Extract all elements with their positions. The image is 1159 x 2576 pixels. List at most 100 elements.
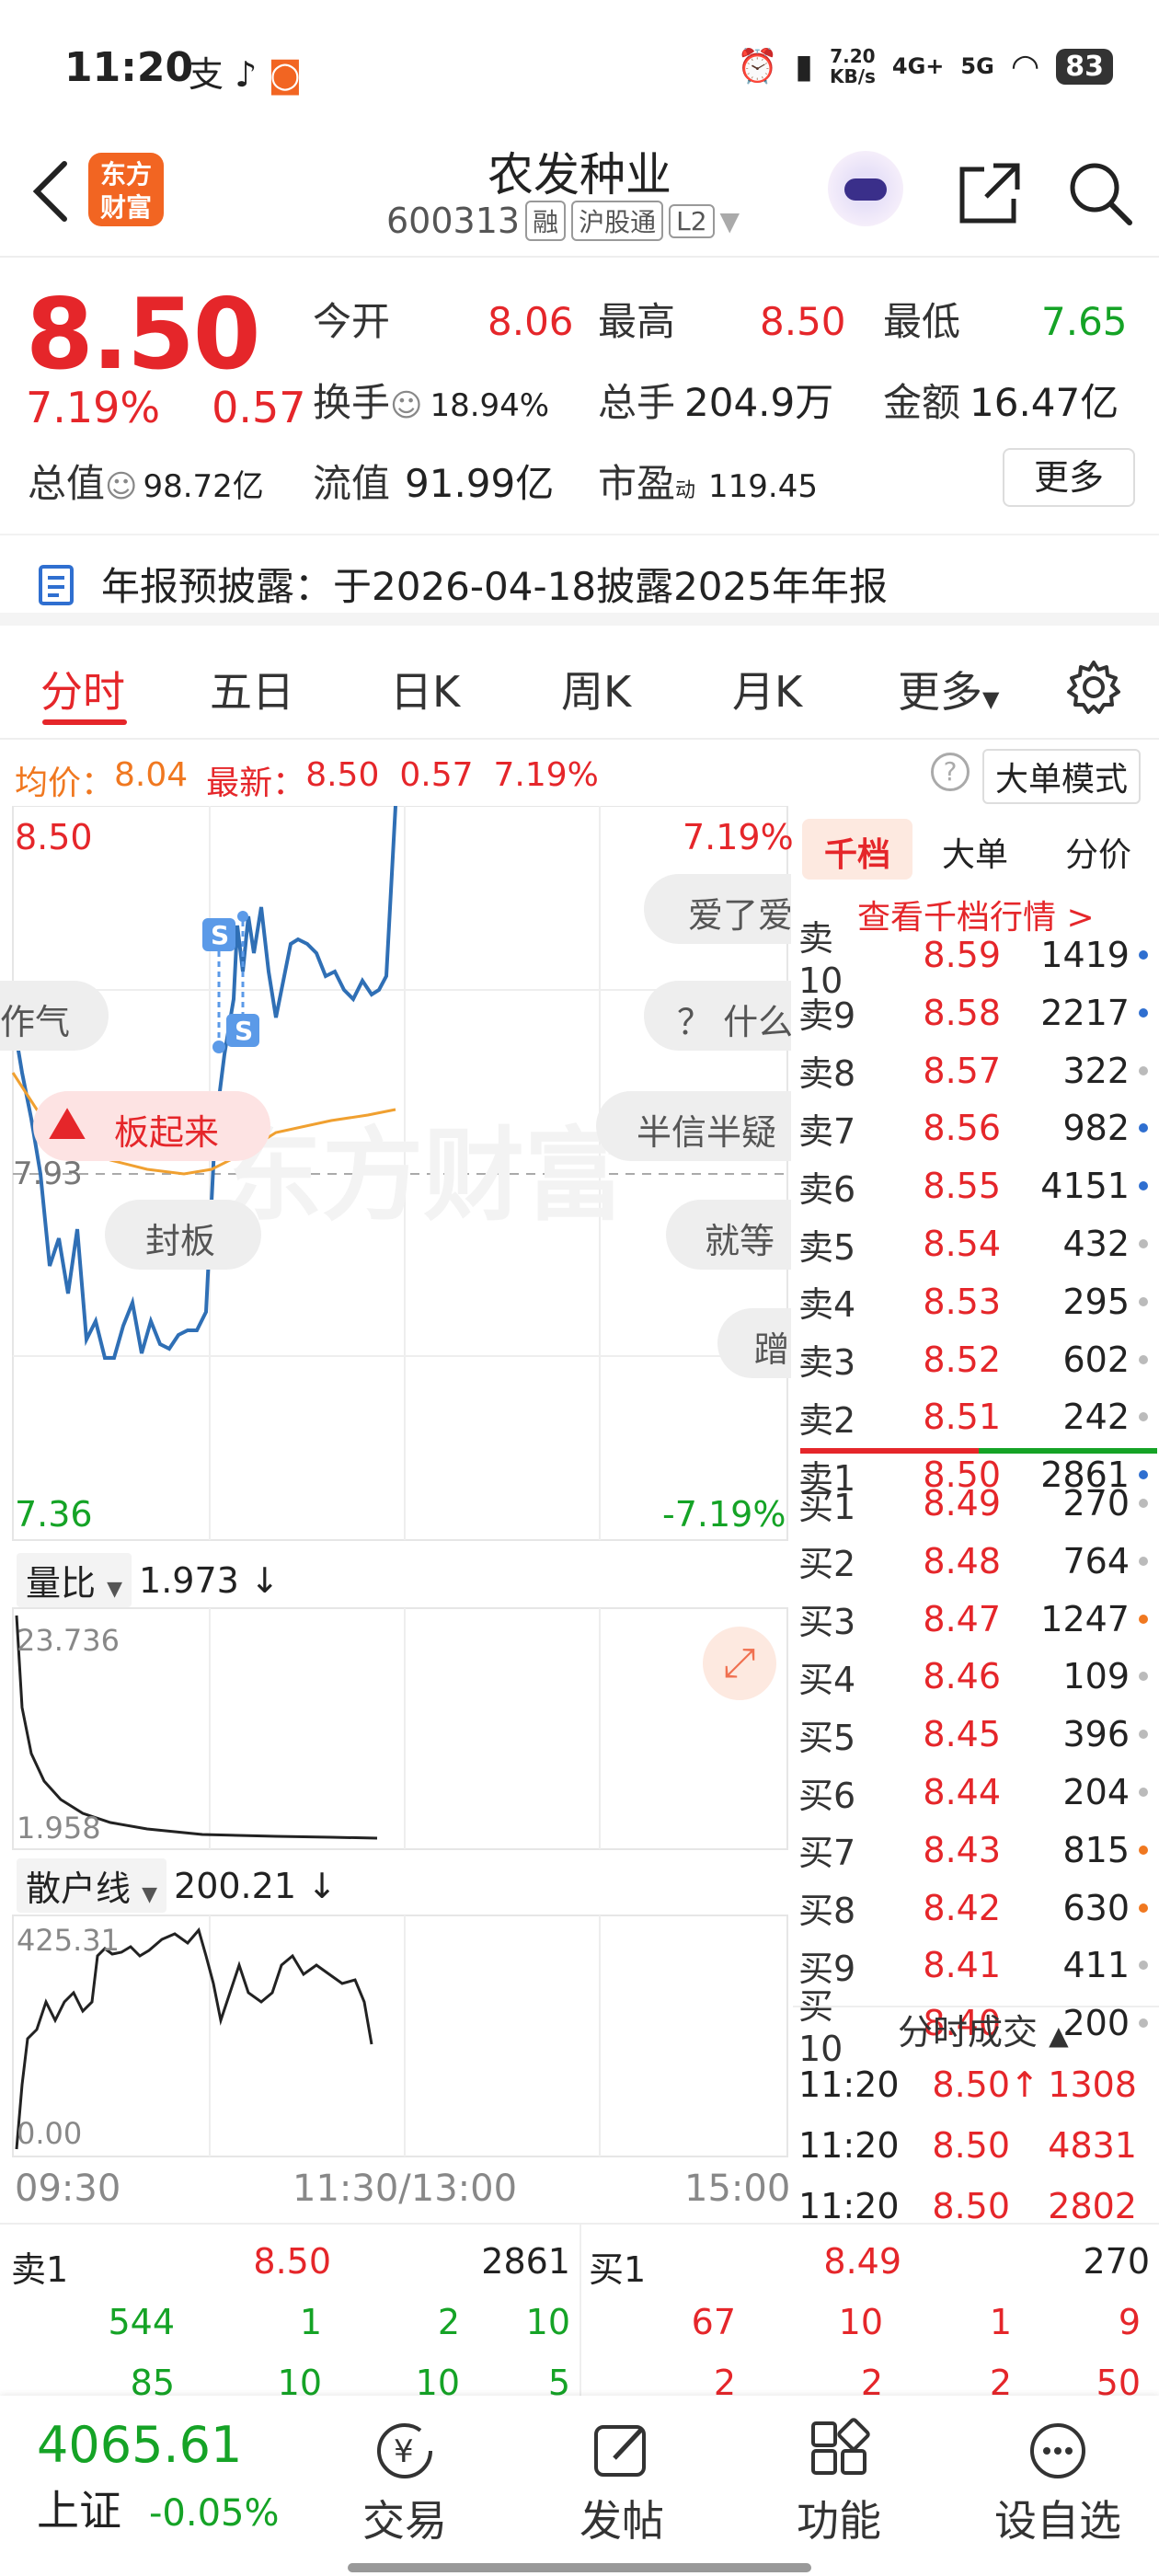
tab-price-distribution[interactable]: 分价: [1065, 828, 1131, 876]
comment-bubble[interactable]: ？ 什么: [644, 981, 791, 1051]
sell-level-row[interactable]: 卖8 8.57 322: [798, 1045, 1152, 1097]
level-volume: 1419: [1040, 935, 1130, 975]
annual-report-notice[interactable]: 年报预披露：于2026-04-18披露2025年年报: [0, 534, 1159, 626]
status-app-icons: 支 ♪ ◙: [189, 46, 302, 97]
level-volume: 630: [1062, 1887, 1130, 1928]
buy-level-row[interactable]: 买5 8.45 396: [798, 1708, 1152, 1760]
tab-five-day[interactable]: 五日: [210, 659, 294, 719]
order-dot-icon: [1139, 1239, 1148, 1248]
sell-level-row[interactable]: 卖10 8.59 1419: [798, 918, 1152, 1001]
tab-big-orders[interactable]: 大单: [942, 828, 1008, 876]
buy-level-row[interactable]: 买4 8.46 109: [798, 1650, 1152, 1702]
comment-bubble[interactable]: 封板: [105, 1200, 261, 1270]
nav-functions[interactable]: 功能: [765, 2414, 912, 2548]
level-volume: 602: [1062, 1339, 1130, 1380]
comment-bubble[interactable]: 作气: [0, 981, 109, 1051]
stock-code: 600313: [386, 201, 521, 241]
comment-bubble[interactable]: 爱了爱: [644, 874, 791, 944]
level1-summary: 卖1 8.50 2861 买1 8.49 270 544 1 2 10 85 10 10 5 6…: [0, 2223, 1159, 2403]
level-label: 卖2: [798, 1399, 856, 1441]
sell-marker-s[interactable]: S: [226, 1014, 259, 1047]
buy-level-row[interactable]: 买3 8.47 1247: [798, 1593, 1152, 1645]
sell-level-row[interactable]: 卖4 8.53 295: [798, 1276, 1152, 1328]
comment-bubble[interactable]: 就等: [666, 1200, 791, 1270]
volume-cell: 总手 204.9万: [598, 380, 834, 425]
nav-trade[interactable]: ¥ 交易: [331, 2414, 478, 2548]
avg-price: 8.04: [114, 756, 189, 794]
level-volume: 764: [1062, 1540, 1130, 1581]
comment-bubble[interactable]: 蹭: [717, 1308, 791, 1378]
nav-add-watchlist[interactable]: 设自选: [984, 2414, 1131, 2548]
tiktok-icon: ♪: [235, 54, 258, 95]
comment-bubble[interactable]: 半信半疑: [596, 1091, 791, 1161]
index-ticker[interactable]: 4065.61 上证 -0.05%: [37, 2416, 280, 2538]
tab-thousand-level[interactable]: 千档: [824, 828, 890, 876]
level-volume: 322: [1062, 1050, 1130, 1091]
buy-level-row[interactable]: 买2 8.48 764: [798, 1535, 1152, 1587]
sell-buy-divider-red: [800, 1448, 979, 1454]
share-icon[interactable]: [953, 156, 1027, 230]
order-dot-icon: [1139, 2018, 1148, 2029]
info-icon[interactable]: ☺: [105, 468, 137, 505]
order-book-tabs: 千档 大单 分价: [793, 819, 1159, 883]
tab-more[interactable]: 更多▼: [898, 659, 999, 719]
summary-buy-price: 8.49: [823, 2241, 901, 2282]
search-icon[interactable]: [1063, 156, 1137, 230]
trades-title[interactable]: 分时成交 ▲: [898, 2004, 1069, 2054]
sell-level-row[interactable]: 卖5 8.54 432: [798, 1218, 1152, 1270]
dropdown-icon[interactable]: ▼: [720, 206, 740, 236]
sell-level-row[interactable]: 卖7 8.56 982: [798, 1102, 1152, 1154]
level-label: 买10: [798, 1985, 843, 2069]
buy-level-row[interactable]: 买6 8.44 204: [798, 1766, 1152, 1818]
change-amount: 0.57: [212, 383, 306, 432]
tab-monthly-k[interactable]: 月K: [732, 659, 802, 719]
order-dot-icon: [1139, 1007, 1148, 1018]
volume-ratio-selector[interactable]: 量比 ▼: [17, 1553, 132, 1607]
order-dot-icon: [1139, 1065, 1148, 1075]
trade-time: 11:20: [798, 2125, 900, 2166]
settings-gear-icon[interactable]: [1063, 657, 1124, 718]
bottom-nav: 4065.61 上证 -0.05% ¥ 交易 发帖 功能 设自选: [0, 2396, 1159, 2576]
tab-intraday[interactable]: 分时: [40, 659, 125, 719]
comment-bubble-hot[interactable]: ⛰ 板起来: [33, 1091, 270, 1161]
buy-level-row[interactable]: 买1 8.49 270: [798, 1478, 1152, 1529]
tab-weekly-k[interactable]: 周K: [561, 659, 631, 719]
trade-row: 11:20 8.50 4831: [798, 2120, 1152, 2171]
back-icon[interactable]: [26, 155, 81, 228]
expand-icon[interactable]: ⤢: [703, 1627, 776, 1700]
order-dot-icon: [1139, 1296, 1148, 1306]
tab-daily-k[interactable]: 日K: [390, 659, 460, 719]
sell-level-row[interactable]: 卖2 8.51 242: [798, 1391, 1152, 1443]
watermark: 东方财富: [221, 1117, 625, 1235]
retail-line-value: 200.21 ↓: [174, 1865, 337, 1906]
marker-s-text: S: [211, 920, 229, 950]
queue-order-size: 1: [299, 2302, 322, 2342]
nav-post[interactable]: 发帖: [548, 2414, 695, 2548]
sell-level-row[interactable]: 卖9 8.58 2217: [798, 987, 1152, 1039]
chart-pct-top: 7.19%: [683, 817, 794, 857]
level-label: 卖6: [798, 1168, 856, 1210]
info-icon[interactable]: ☺: [390, 387, 422, 424]
intraday-chart[interactable]: 东方财富 S S 8.50 7.19% 7.93 7.36 -7.19% 爱了爱…: [0, 806, 794, 2223]
mktcap-cell: 总值 ☺ 98.72亿: [28, 461, 264, 506]
level-price: 8.56: [923, 1108, 1001, 1149]
level-label: 买4: [798, 1659, 856, 1700]
level-price: 8.53: [923, 1281, 1001, 1322]
level-price: 8.41: [923, 1945, 1001, 1986]
time-mid: 11:30/13:00: [293, 2168, 518, 2210]
buy-level-row[interactable]: 买8 8.42 630: [798, 1882, 1152, 1934]
avg-price-bar: 均价： 8.04 最新： 8.50 0.57 7.19% ? 大单模式: [0, 742, 1159, 806]
sell-level-row[interactable]: 卖3 8.52 602: [798, 1334, 1152, 1386]
vibrate-icon: ▮: [795, 47, 813, 86]
sell-marker-s[interactable]: S: [202, 918, 235, 951]
buy-level-row[interactable]: 买7 8.43 815: [798, 1824, 1152, 1876]
ai-assistant-icon[interactable]: [828, 151, 903, 226]
retail-line-selector[interactable]: 散户线 ▼: [17, 1858, 167, 1913]
chart-price-bottom: 7.36: [15, 1494, 93, 1535]
big-order-mode-button[interactable]: 大单模式: [982, 749, 1142, 804]
level-price: 8.54: [923, 1224, 1001, 1264]
sell-level-row[interactable]: 卖6 8.55 4151: [798, 1160, 1152, 1212]
level-volume: 109: [1062, 1656, 1130, 1697]
help-icon[interactable]: ?: [931, 753, 970, 791]
more-button[interactable]: 更多: [1003, 448, 1135, 507]
